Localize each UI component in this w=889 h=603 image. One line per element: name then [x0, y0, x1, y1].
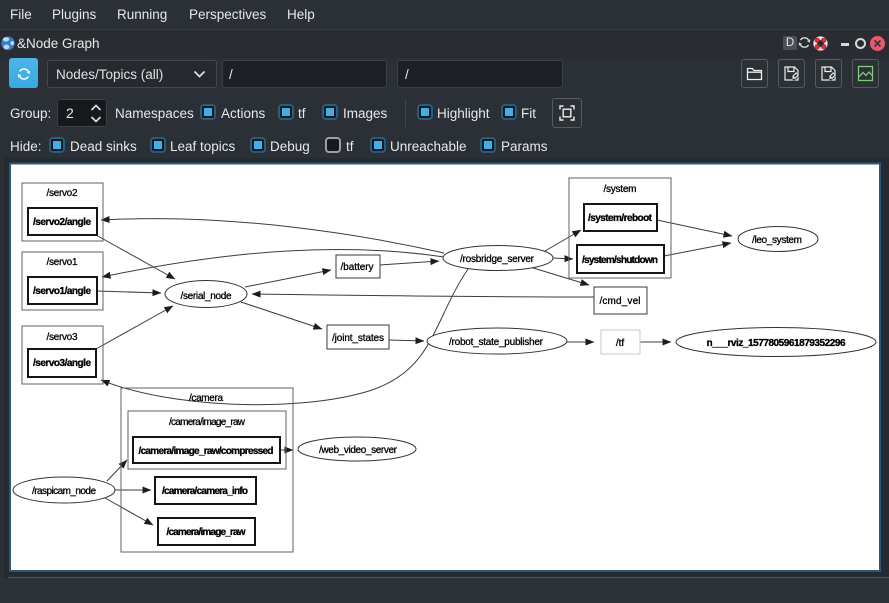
svg-text:/servo1: /servo1: [47, 257, 78, 268]
svg-text:/serial_node: /serial_node: [181, 291, 232, 302]
svg-text:/cmd_vel: /cmd_vel: [600, 296, 641, 307]
svg-text:/system: /system: [604, 184, 637, 195]
svg-text:/servo3: /servo3: [47, 332, 78, 343]
svg-text:/camera/image_raw/compressed: /camera/image_raw/compressed: [139, 446, 274, 457]
svg-text:n___rviz_1577805961879352296: n___rviz_1577805961879352296: [707, 338, 846, 349]
svg-text:/system/reboot: /system/reboot: [588, 213, 653, 224]
svg-text:/robot_state_publisher: /robot_state_publisher: [449, 337, 544, 348]
svg-text:/servo3/angle: /servo3/angle: [33, 358, 91, 369]
svg-text:/system/shutdown: /system/shutdown: [582, 255, 658, 266]
svg-text:/raspicam_node: /raspicam_node: [32, 486, 96, 497]
svg-text:/camera/image_raw: /camera/image_raw: [169, 417, 246, 428]
svg-text:/battery: /battery: [341, 262, 374, 273]
svg-text:/servo2: /servo2: [47, 188, 78, 199]
svg-text:/servo1/angle: /servo1/angle: [33, 286, 91, 297]
svg-text:/joint_states: /joint_states: [332, 333, 384, 344]
svg-text:/web_video_server: /web_video_server: [319, 445, 398, 456]
svg-text:/tf: /tf: [616, 338, 625, 349]
svg-text:/rosbridge_server: /rosbridge_server: [460, 254, 535, 265]
svg-text:/leo_system: /leo_system: [752, 235, 802, 246]
svg-text:/camera/image_raw: /camera/image_raw: [167, 527, 246, 538]
svg-text:/camera: /camera: [189, 393, 223, 404]
svg-text:/camera/camera_info: /camera/camera_info: [162, 486, 248, 497]
svg-text:/servo2/angle: /servo2/angle: [33, 217, 91, 228]
